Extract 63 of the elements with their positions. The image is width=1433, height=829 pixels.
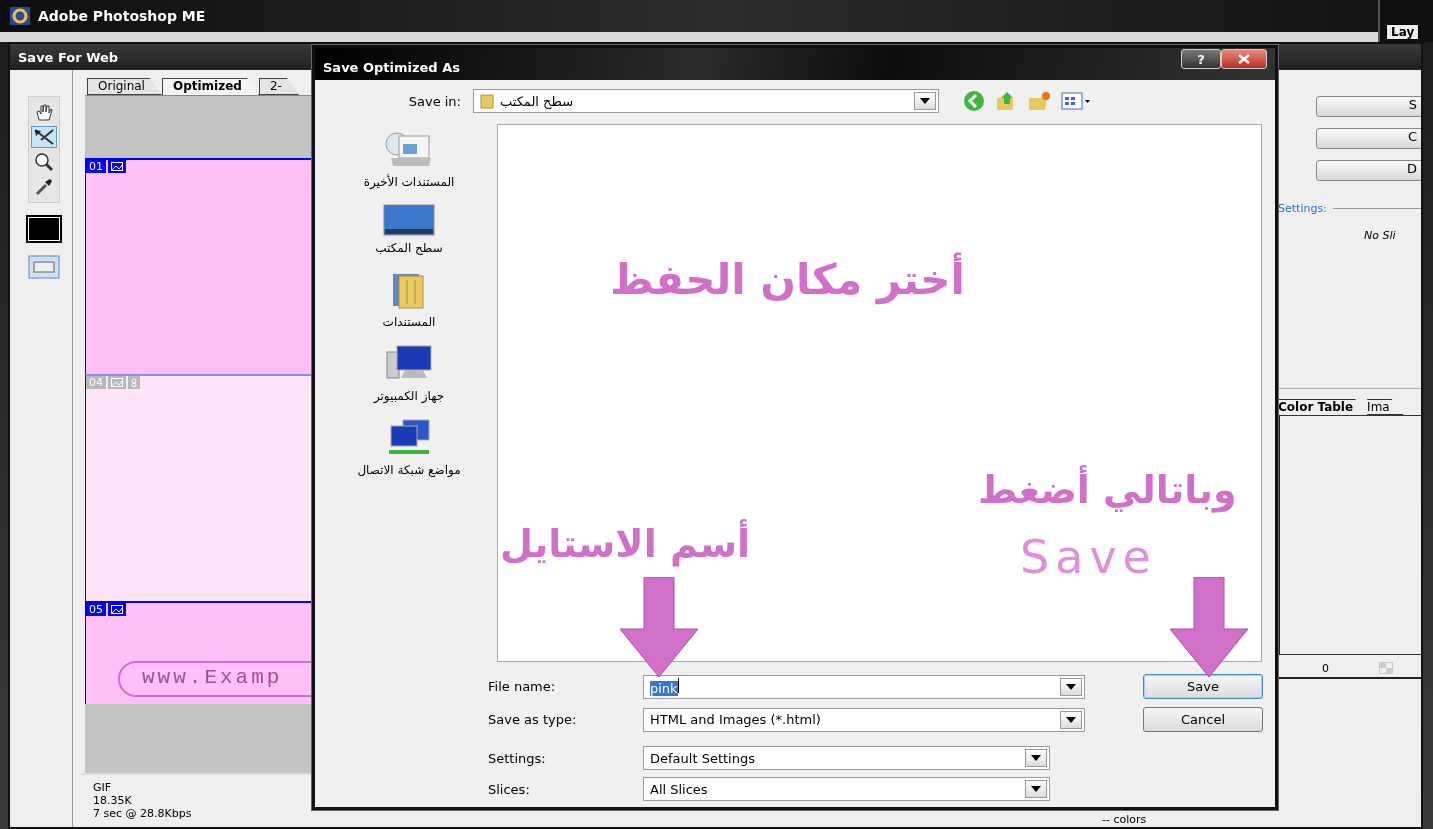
colors-text: -- colors [1102,813,1147,826]
view-tab[interactable]: Optimized [161,78,259,95]
eyedropper-icon [34,177,54,197]
info-text: 18.35K [93,794,132,807]
image-icon [111,378,123,387]
panel-button[interactable]: D [1316,160,1421,181]
dropdown-arrow-icon [1031,755,1041,761]
info-text: 7 sec @ 28.8Kbps [93,807,192,820]
dialog-title: Save Optimized As [323,58,461,75]
panel-button[interactable]: C [1316,128,1421,149]
dropdown-arrow-icon [1066,683,1076,690]
place-item[interactable]: المستندات الأخيرة [363,174,455,190]
dropdown-field[interactable]: HTML and Images (*.html) [643,707,1085,732]
image-icon [111,162,123,171]
place-item[interactable]: مواضع شبكة الاتصال [357,462,461,478]
color-count: 0 [1322,661,1329,675]
new-folder-icon[interactable] [1027,90,1051,112]
close-button[interactable] [1221,49,1267,69]
window-title: Save For Web [18,49,119,65]
app-icon [10,7,30,25]
arrow-icon [620,577,698,677]
save-in-dropdown[interactable]: سطح المكتب [473,89,939,113]
close-icon [1238,54,1250,64]
place-item[interactable]: جهاز الكمبيوتر [373,388,445,404]
desktop-icon [383,204,435,236]
dropdown-arrow-icon [1031,786,1041,792]
view-tab[interactable]: 2- [258,78,299,95]
folder-icon [480,93,494,109]
dropdown-arrow-icon [1066,716,1076,723]
image-icon [111,605,123,614]
help-button[interactable]: ? [1181,49,1221,69]
link-icon [131,377,137,388]
panel-tab[interactable]: Ima [1367,399,1404,415]
slice-select-icon [33,128,55,146]
color-swatch[interactable] [26,215,62,243]
tool-button[interactable] [31,126,57,148]
dropdown-field[interactable]: Default Settings [643,746,1050,770]
field-label: Settings: [488,750,547,766]
view-tab[interactable]: Original [87,78,162,95]
slice-note: No Sli [1364,229,1397,242]
field-label: Slices: [488,781,531,797]
arrow-icon [1170,577,1248,677]
panel-button[interactable]: S [1316,96,1421,117]
back-icon[interactable] [963,90,985,112]
file-name-field[interactable]: pink [643,674,1085,699]
dropdown-field[interactable]: All Slices [643,777,1050,801]
views-menu-icon[interactable] [1061,90,1091,112]
place-item[interactable]: المستندات [382,314,436,330]
panel-tab[interactable]: Lay [1386,24,1420,40]
slice-tag: 04 [86,376,140,389]
place-item[interactable]: سطح المكتب [375,240,443,256]
settings-label: Settings: [1278,202,1327,215]
zoom-icon [34,152,54,172]
field-label: Save as type: [488,712,578,727]
hand-icon [34,103,54,121]
field-label: File name: [488,679,557,694]
annotation-text: Save [1020,530,1157,586]
dropdown-arrow-icon [920,98,930,104]
save-button[interactable]: Save [1143,674,1263,699]
cancel-button[interactable]: Cancel [1143,707,1263,732]
save-in-label: Save in: [407,93,462,109]
app-title: Adobe Photoshop ME [38,8,206,24]
info-text: GIF [93,781,112,794]
